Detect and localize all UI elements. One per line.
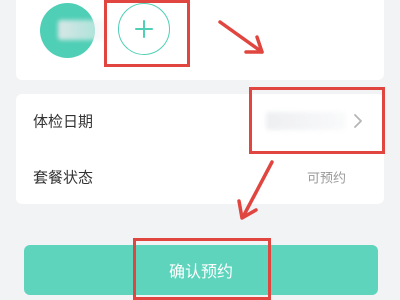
screen: 体检日期 套餐状态 可预约 确认预约 [0,0,400,300]
package-status-label: 套餐状态 [33,168,94,187]
package-status-row: 套餐状态 可预约 [16,150,384,204]
add-member-button[interactable] [118,3,170,55]
plus-icon [135,20,153,38]
chevron-right-icon [354,114,362,128]
confirm-booking-button[interactable]: 确认预约 [24,245,378,295]
member-name-redacted [58,20,108,40]
exam-date-value-redacted [266,112,346,130]
booking-form-card: 体检日期 套餐状态 可预约 [16,94,384,204]
exam-date-row[interactable]: 体检日期 [16,94,384,148]
exam-date-label: 体检日期 [33,112,94,131]
package-status-value: 可预约 [306,171,346,187]
